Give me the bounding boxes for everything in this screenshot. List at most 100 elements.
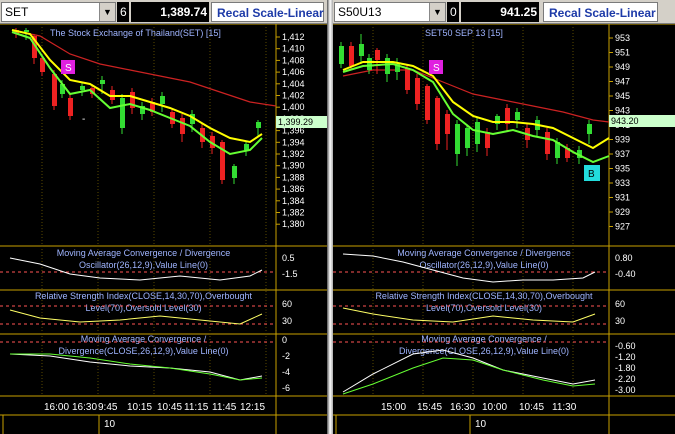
macd-div-tick-label: -2 xyxy=(282,351,290,361)
candle-body xyxy=(120,98,125,128)
price-tick-label: 1,408 xyxy=(282,55,305,65)
price-tick-label: 943 xyxy=(615,106,630,116)
chart-pane-left[interactable]: SET ▼ 6 1,389.74 Recal Scale-Linear The … xyxy=(0,0,327,434)
time-label: 15:45 xyxy=(417,402,442,413)
chevron-down-icon[interactable]: ▼ xyxy=(99,3,115,21)
price-tick-label: 1,384 xyxy=(282,196,305,206)
macd-line xyxy=(9,353,263,381)
buy-marker-label: B xyxy=(588,169,595,180)
symbol-selector-right[interactable]: S50U13 ▼ xyxy=(334,2,446,22)
candle-body xyxy=(425,86,430,120)
candle-body xyxy=(359,44,364,56)
time-label: 15:00 xyxy=(381,402,406,413)
time-label: 11:30 xyxy=(552,402,577,413)
macd-div-title-line2: Divergence(CLOSE,26,12,9),Value Line(0) xyxy=(399,346,569,356)
chart-toolbar-right: S50U13 ▼ 0 941.25 Recal Scale-Linear xyxy=(333,0,675,24)
macd-tick-label: -0.40 xyxy=(615,269,636,279)
candle-body xyxy=(232,166,237,178)
rsi-title-line1: Relative Strength Index(CLOSE,14,30,70),… xyxy=(35,291,253,301)
price-tag-label: 943.20 xyxy=(611,116,639,126)
rsi-tick-label: 30 xyxy=(282,316,292,326)
chart-canvas-left[interactable]: The Stock Exchange of Thailand(SET) [15]… xyxy=(0,24,327,434)
candle-body xyxy=(475,122,480,144)
recal-scale-button-right[interactable]: Recal Scale-Linear xyxy=(543,2,658,22)
candle-body xyxy=(160,96,165,104)
candle-body xyxy=(349,46,354,66)
last-price-left: 1,389.74 xyxy=(131,2,209,22)
period-field-left[interactable]: 6 xyxy=(117,2,129,22)
time-label: 11:15 xyxy=(184,402,209,413)
moving-average-fast xyxy=(11,29,263,144)
macd-div-tick-label: -0.60 xyxy=(615,341,636,351)
price-tick-label: 939 xyxy=(615,135,630,145)
last-price-right: 941.25 xyxy=(461,2,539,22)
candle-body xyxy=(485,132,490,148)
price-tick-label: 933 xyxy=(615,178,630,188)
sell-marker-label: S xyxy=(65,63,72,74)
chart-pane-right[interactable]: S50U13 ▼ 0 941.25 Recal Scale-Linear SET… xyxy=(333,0,675,434)
candle-body xyxy=(385,58,390,74)
time-label: 12:15 xyxy=(240,402,265,413)
macd-div-title-line2: Divergence(CLOSE,26,12,9),Value Line(0) xyxy=(59,346,229,356)
candle-body xyxy=(587,124,592,134)
macd-div-tick-label: -1.80 xyxy=(615,363,636,373)
symbol-selector-left[interactable]: SET ▼ xyxy=(1,2,116,22)
macd-div-tick-label: -6 xyxy=(282,383,290,393)
dash-marker: - xyxy=(82,114,85,125)
date-label: 10 xyxy=(475,419,487,430)
candle-body xyxy=(68,98,73,116)
candle-body xyxy=(455,124,460,154)
price-tick-label: 1,404 xyxy=(282,79,305,89)
chevron-down-icon[interactable]: ▼ xyxy=(429,3,445,21)
price-tick-label: 951 xyxy=(615,48,630,58)
sell-marker-label: S xyxy=(433,63,440,74)
candle-body xyxy=(244,144,249,150)
price-tick-label: 1,382 xyxy=(282,208,305,218)
candle-body xyxy=(52,74,57,106)
time-label: 10:15 xyxy=(127,402,152,413)
time-label: 11:45 xyxy=(212,402,237,413)
price-tick-label: 1,392 xyxy=(282,149,305,159)
price-tick-label: 947 xyxy=(615,77,630,87)
price-tick-label: 927 xyxy=(615,222,630,232)
candle-body xyxy=(545,132,550,154)
macd-div-tick-label: 0 xyxy=(282,335,287,345)
price-tick-label: 1,412 xyxy=(282,32,305,42)
macd-title-line1: Moving Average Convergence / Divergence xyxy=(397,248,570,258)
candle-body xyxy=(24,30,29,32)
price-tick-label: 1,406 xyxy=(282,67,305,77)
rsi-tick-label: 60 xyxy=(615,299,625,309)
moving-average-slow xyxy=(342,69,610,123)
price-tick-label: 1,410 xyxy=(282,44,305,54)
chart-title: SET50 SEP 13 [15] xyxy=(425,28,503,38)
macd-line xyxy=(342,349,596,393)
price-tick-label: 953 xyxy=(615,33,630,43)
date-label: 10 xyxy=(104,419,116,430)
price-tick-label: 945 xyxy=(615,91,630,101)
macd-title-line2: Oscillator(26,12,9),Value Line(0) xyxy=(79,260,208,270)
candle-body xyxy=(465,128,470,148)
price-tick-label: 949 xyxy=(615,62,630,72)
macd-div-tick-label: -3.00 xyxy=(615,385,636,395)
time-label: 16:30 xyxy=(72,402,97,413)
period-field-right[interactable]: 0 xyxy=(447,2,459,22)
rsi-tick-label: 60 xyxy=(282,299,292,309)
price-tick-label: 935 xyxy=(615,164,630,174)
candle-body xyxy=(405,68,410,90)
price-tick-label: 931 xyxy=(615,193,630,203)
chart-canvas-right[interactable]: SET50 SEP 13 [15]95395194994794594394193… xyxy=(333,24,675,434)
rsi-title-line2: Level(70),Oversold Level(30) xyxy=(426,303,542,313)
candle-body xyxy=(180,118,185,134)
price-tag-label: 1,399.29 xyxy=(278,117,313,127)
candle-body xyxy=(339,46,344,64)
recal-scale-button-left[interactable]: Recal Scale-Linear xyxy=(211,2,324,22)
candle-body xyxy=(367,58,372,70)
time-label: 10:45 xyxy=(157,402,182,413)
macd-div-tick-label: -1.20 xyxy=(615,352,636,362)
chart-title: The Stock Exchange of Thailand(SET) [15] xyxy=(50,28,221,38)
candle-body xyxy=(80,86,85,90)
candle-body xyxy=(375,50,380,60)
price-tick-label: 1,400 xyxy=(282,102,305,112)
price-tick-label: 1,390 xyxy=(282,161,305,171)
price-tick-label: 1,402 xyxy=(282,91,305,101)
